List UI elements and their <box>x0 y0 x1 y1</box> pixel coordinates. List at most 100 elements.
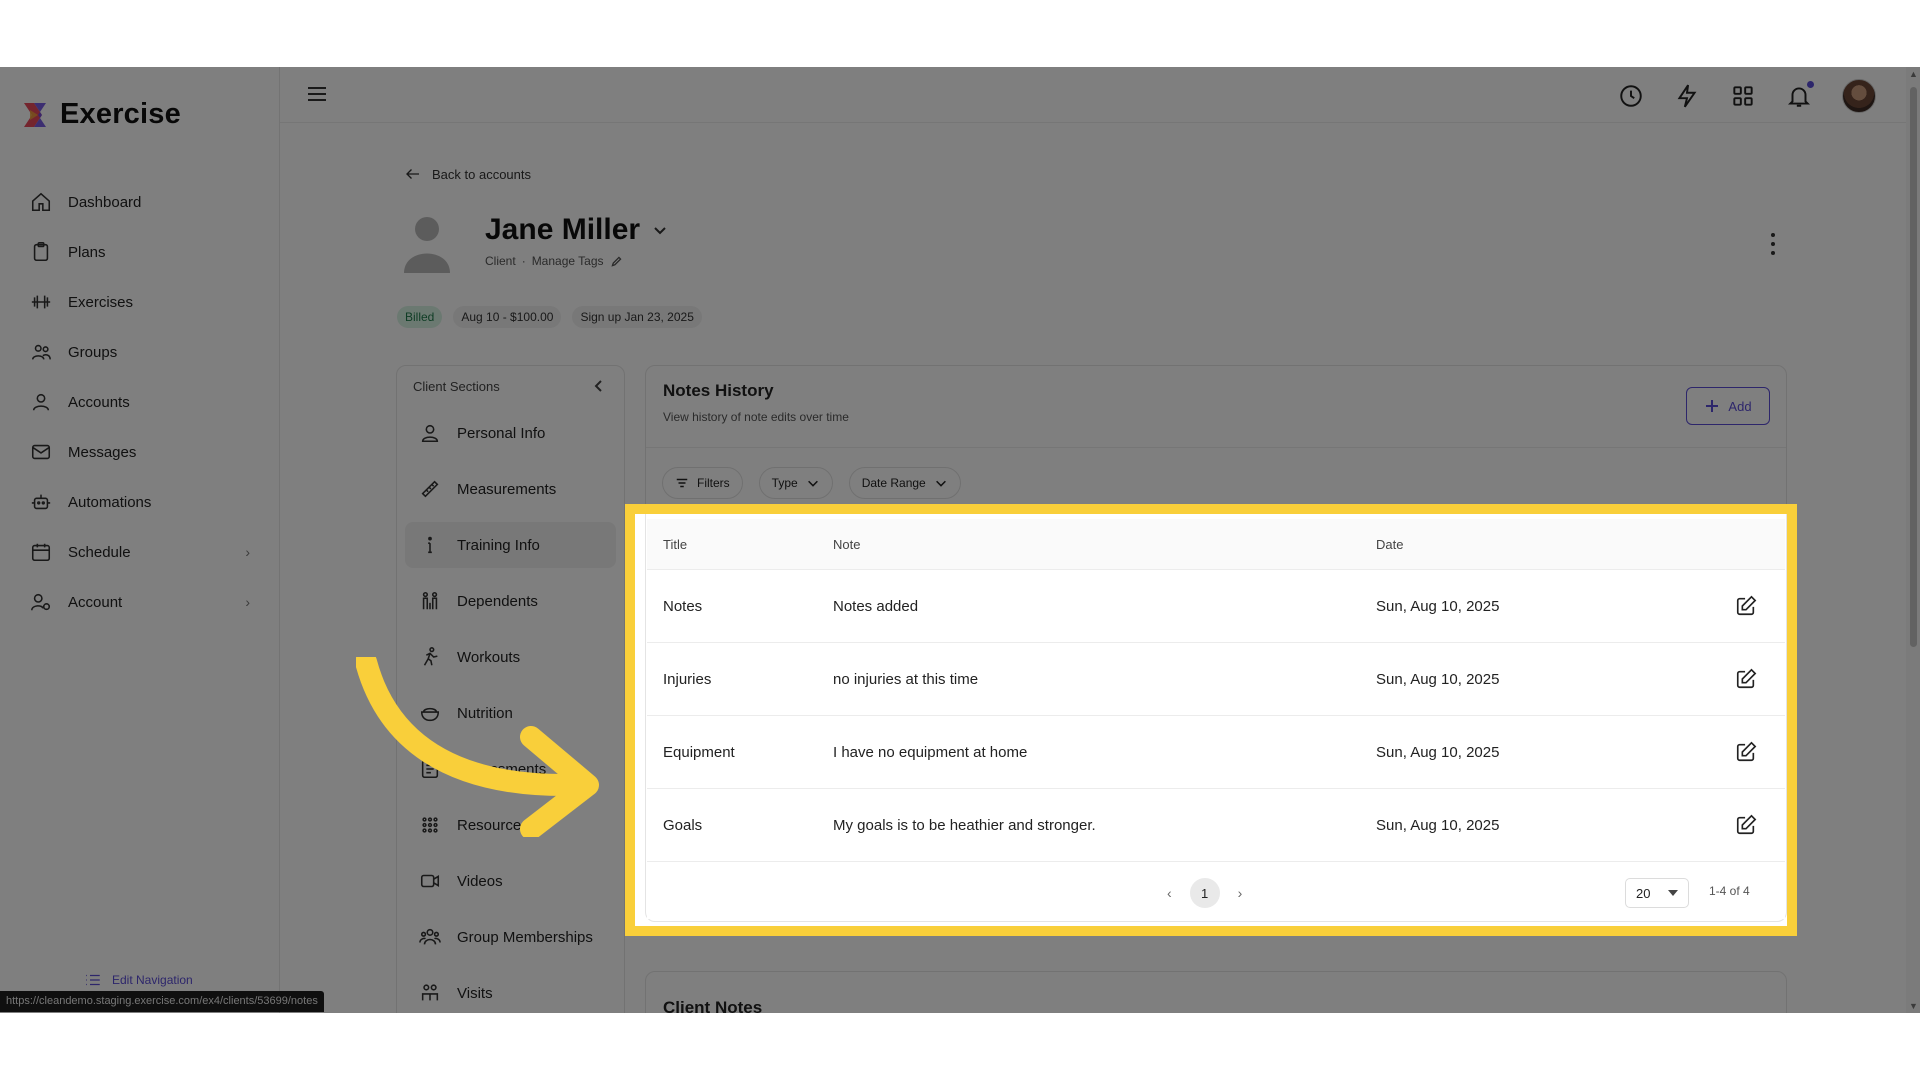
top-icons <box>1618 79 1876 113</box>
sidebar-nav: Dashboard Plans Exercises Groups Account… <box>30 177 250 627</box>
client-name-selector[interactable]: Jane Miller <box>485 213 668 247</box>
menu-toggle-button[interactable] <box>306 83 328 105</box>
sidebar-item-label: Exercises <box>68 293 134 311</box>
sidebar-item-label: Plans <box>68 243 106 261</box>
table-footer: ‹ 1 › 20 1-4 of 4 <box>647 862 1785 924</box>
filter-icon <box>676 478 688 488</box>
section-group-memberships[interactable]: Group Memberships <box>405 914 616 960</box>
section-label: Nutrition <box>457 704 513 722</box>
type-filter-dropdown[interactable]: Type <box>758 467 833 499</box>
section-nutrition[interactable]: Nutrition <box>405 690 616 736</box>
brand[interactable]: Exercise <box>20 98 181 131</box>
client-role: Client <box>485 254 516 268</box>
sidebar-item-automations[interactable]: Automations <box>30 477 250 527</box>
scroll-down-arrow-icon[interactable]: ▼ <box>1909 1001 1918 1011</box>
add-note-button[interactable]: Add <box>1686 387 1770 425</box>
checklist-icon <box>421 759 439 779</box>
sidebar-item-plans[interactable]: Plans <box>30 227 250 277</box>
cell-note: I have no equipment at home <box>833 743 1028 761</box>
section-videos[interactable]: Videos <box>405 858 616 904</box>
notes-history-subtitle: View history of note edits over time <box>663 410 849 424</box>
manage-tags-link[interactable]: Manage Tags <box>532 254 604 268</box>
vertical-scrollbar[interactable]: ▲ ▼ <box>1906 67 1920 1013</box>
table-row[interactable]: Injuries no injuries at this time Sun, A… <box>647 643 1785 716</box>
filters-button[interactable]: Filters <box>662 467 743 499</box>
scrollbar-thumb[interactable] <box>1910 87 1917 647</box>
edit-note-button[interactable] <box>1706 595 1785 617</box>
user-avatar[interactable] <box>1842 79 1876 113</box>
sidebar-item-schedule[interactable]: Schedule › <box>30 527 250 577</box>
grid-icon <box>1733 86 1753 106</box>
more-options-button[interactable] <box>1770 233 1776 255</box>
billing-badge: Aug 10 - $100.00 <box>453 306 562 328</box>
pencil-icon[interactable] <box>610 255 623 268</box>
bowl-icon <box>420 707 440 722</box>
section-dependents[interactable]: Dependents <box>405 578 616 624</box>
cell-date: Sun, Aug 10, 2025 <box>1376 670 1500 688</box>
sidebar-item-label: Account <box>68 593 123 611</box>
edit-note-button[interactable] <box>1706 668 1785 690</box>
collapse-panel-icon[interactable] <box>592 379 606 393</box>
sidebar-item-accounts[interactable]: Accounts <box>30 377 250 427</box>
table-row[interactable]: Notes Notes added Sun, Aug 10, 2025 <box>647 570 1785 643</box>
client-sections-title: Client Sections <box>413 378 500 394</box>
back-link[interactable]: Back to accounts <box>404 165 531 183</box>
table-row[interactable]: Equipment I have no equipment at home Su… <box>647 716 1785 789</box>
main-content: Back to accounts Jane Miller Client · Ma… <box>280 123 1906 1013</box>
info-icon <box>428 536 432 554</box>
column-header-date[interactable]: Date <box>1376 537 1706 552</box>
sidebar-item-exercises[interactable]: Exercises <box>30 277 250 327</box>
section-visits[interactable]: Visits <box>405 970 616 1013</box>
section-resources[interactable]: Resources <box>405 802 616 848</box>
column-header-title[interactable]: Title <box>647 537 833 552</box>
edit-navigation-link[interactable]: Edit Navigation <box>84 971 193 989</box>
section-personal-info[interactable]: Personal Info <box>405 410 616 456</box>
apps-button[interactable] <box>1730 83 1756 109</box>
section-workouts[interactable]: Workouts <box>405 634 616 680</box>
cell-note: Notes added <box>833 597 919 615</box>
kebab-dot <box>1771 242 1775 246</box>
back-label: Back to accounts <box>432 166 531 182</box>
section-label: Training Info <box>457 536 540 554</box>
rows-per-page-value: 20 <box>1636 885 1651 901</box>
rows-per-page-select[interactable]: 20 <box>1625 878 1689 908</box>
table-row[interactable]: Goals My goals is to be heathier and str… <box>647 789 1785 862</box>
user-icon <box>32 393 50 411</box>
section-training-info[interactable]: Training Info <box>405 522 616 568</box>
previous-page-button[interactable]: ‹ <box>1167 885 1172 901</box>
cell-title: Notes <box>663 597 703 615</box>
section-assessments[interactable]: Assessments <box>405 746 616 792</box>
user-gear-icon <box>31 593 51 611</box>
cell-date: Sun, Aug 10, 2025 <box>1376 816 1500 834</box>
sidebar-item-label: Automations <box>68 493 152 511</box>
hamburger-icon <box>308 87 326 101</box>
sidebar-item-dashboard[interactable]: Dashboard <box>30 177 250 227</box>
section-measurements[interactable]: Measurements <box>405 466 616 512</box>
brand-logo-icon <box>24 102 46 127</box>
quick-actions-button[interactable] <box>1674 83 1700 109</box>
sidebar-item-account[interactable]: Account › <box>30 577 250 627</box>
current-page-button[interactable]: 1 <box>1189 878 1220 908</box>
scroll-up-arrow-icon[interactable]: ▲ <box>1909 69 1918 79</box>
client-name: Jane Miller <box>485 213 641 246</box>
edit-note-button[interactable] <box>1706 741 1785 763</box>
column-header-note[interactable]: Note <box>833 537 1376 552</box>
section-label: Personal Info <box>457 424 546 442</box>
sidebar-item-label: Dashboard <box>68 193 142 211</box>
chevron-right-icon: › <box>245 544 250 560</box>
history-button[interactable] <box>1618 83 1644 109</box>
top-bar <box>280 67 1906 123</box>
notifications-button[interactable] <box>1786 81 1814 109</box>
group-icon <box>419 928 441 945</box>
edit-note-button[interactable] <box>1706 814 1785 836</box>
add-note-label: Add <box>1728 398 1752 414</box>
family-icon <box>422 591 438 610</box>
sidebar-item-label: Schedule <box>68 543 131 561</box>
client-sections-list: Personal Info Measurements Training Info… <box>397 406 624 1013</box>
next-page-button[interactable]: › <box>1238 885 1243 901</box>
list-icon <box>86 974 100 986</box>
sidebar-item-messages[interactable]: Messages <box>30 427 250 477</box>
notification-dot <box>1807 81 1814 88</box>
date-range-filter-dropdown[interactable]: Date Range <box>848 467 961 499</box>
sidebar-item-groups[interactable]: Groups <box>30 327 250 377</box>
